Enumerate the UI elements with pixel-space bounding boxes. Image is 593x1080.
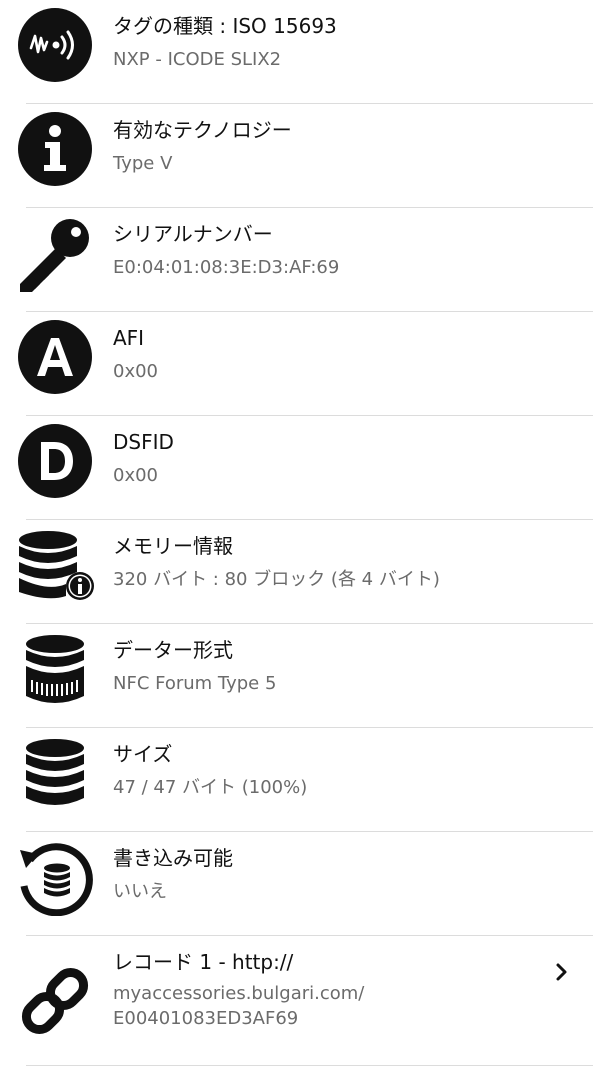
row-title: 書き込み可能 (113, 846, 233, 870)
row-data-format: データー形式 NFC Forum Type 5 (0, 624, 593, 728)
row-title: DSFID (113, 430, 174, 454)
database-icon (16, 734, 94, 812)
row-title: タグの種類 : ISO 15693 (113, 14, 337, 38)
database-format-icon (16, 630, 94, 708)
row-value: 320 バイト : 80 ブロック (各 4 バイト) (113, 569, 440, 590)
row-afi: AFI 0x00 (0, 312, 593, 416)
row-technologies: 有効なテクノロジー Type V (0, 104, 593, 208)
row-tag-type: タグの種類 : ISO 15693 NXP - ICODE SLIX2 (0, 0, 593, 104)
row-value: Type V (113, 153, 173, 174)
info-icon (16, 110, 94, 188)
database-info-icon (16, 526, 94, 604)
row-value-line-2: E00401083ED3AF69 (113, 1008, 299, 1029)
row-title: サイズ (113, 742, 173, 766)
row-title: メモリー情報 (113, 534, 233, 558)
row-value: myaccessories.bulgari.com/ E00401083ED3A… (113, 981, 364, 1031)
database-rewrite-icon (16, 838, 94, 916)
row-value: NXP - ICODE SLIX2 (113, 49, 282, 70)
nfc-tag-icon (16, 6, 94, 84)
row-value: 0x00 (113, 465, 159, 486)
row-value: 47 / 47 バイト (100%) (113, 777, 308, 798)
row-value: 0x00 (113, 361, 159, 382)
row-value: いいえ (113, 881, 167, 902)
row-size: サイズ 47 / 47 バイト (100%) (0, 728, 593, 832)
row-writable: 書き込み可能 いいえ (0, 832, 593, 936)
row-title: レコード 1 - http:// (113, 950, 294, 974)
letter-d-icon (16, 422, 94, 500)
key-icon (16, 214, 94, 292)
row-value: E0:04:01:08:3E:D3:AF:69 (113, 257, 340, 278)
link-icon (16, 962, 94, 1040)
row-memory-info: メモリー情報 320 バイト : 80 ブロック (各 4 バイト) (0, 520, 593, 624)
row-title: データー形式 (113, 638, 233, 662)
row-value: NFC Forum Type 5 (113, 673, 277, 694)
tag-info-list: タグの種類 : ISO 15693 NXP - ICODE SLIX2 有効なテ… (0, 0, 593, 1066)
row-title: AFI (113, 326, 145, 350)
row-serial-number: シリアルナンバー E0:04:01:08:3E:D3:AF:69 (0, 208, 593, 312)
row-divider (26, 1065, 593, 1066)
row-value-line-1: myaccessories.bulgari.com/ (113, 983, 365, 1004)
row-record-1[interactable]: レコード 1 - http:// myaccessories.bulgari.c… (0, 936, 593, 1066)
row-title: シリアルナンバー (113, 222, 273, 246)
row-dsfid: DSFID 0x00 (0, 416, 593, 520)
letter-a-icon (16, 318, 94, 396)
row-title: 有効なテクノロジー (113, 118, 292, 142)
chevron-right-icon[interactable] (551, 961, 573, 983)
